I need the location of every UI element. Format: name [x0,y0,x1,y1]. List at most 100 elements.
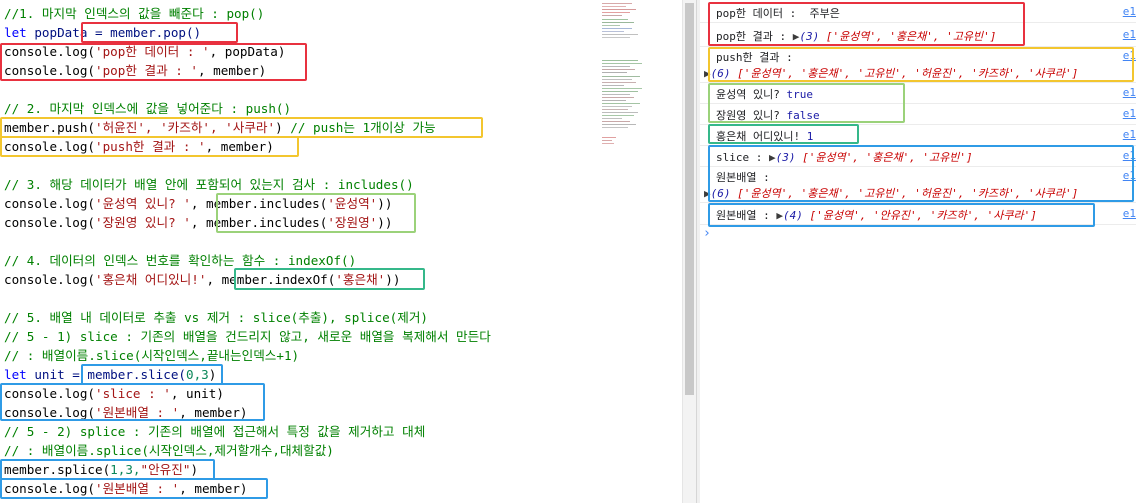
source-link[interactable]: e1 [1123,107,1136,120]
array-count: (6) [710,67,738,80]
code-line: let unit = member.slice(0,3) [4,365,216,384]
code-text: member.pop() [110,25,202,40]
minimap-line [602,15,622,16]
minimap-line [602,31,624,32]
minimap-line [602,115,634,116]
minimap-line [602,60,638,61]
minimap-line [602,19,628,20]
code-text: , popData) [209,44,286,59]
minimap-line [602,76,640,77]
array-count: (6) [710,187,738,200]
code-line: console.log('push한 결과 : ', member) [4,137,274,156]
code-line: console.log('원본배열 : ', member) [4,479,248,498]
code-line: console.log('윤성역 있니? ', member.includes(… [4,194,392,213]
minimap-line [602,63,642,64]
minimap-line [602,143,614,144]
expand-arrow-icon[interactable]: ▶ [704,67,711,80]
console-text: pop한 데이터 : 주부은 [716,7,840,20]
minimap-line [602,69,635,70]
array-count: (3) [775,151,803,164]
console-message: slice : ▶(3) ['윤성역', '홍은채', '고유빈'] e1 [700,145,1136,167]
source-link[interactable]: e1 [1123,5,1136,18]
devtools-console[interactable]: pop한 데이터 : 주부은 e1 pop한 결과 : ▶(3) ['윤성역',… [700,0,1136,503]
code-text: , member.includes( [190,215,328,230]
code-comment: // 2. 마지막 인덱스에 값을 넣어준다 : push() [4,101,292,116]
console-text: 홍은채 어디있니! 1 [716,128,813,144]
expand-arrow-icon[interactable]: ▶ [704,187,711,200]
minimap-line [602,137,616,138]
code-line: console.log('slice : ', unit) [4,384,224,403]
code-text: , member) [205,139,274,154]
console-text: push한 결과 : [716,51,793,64]
minimap-line [602,124,636,125]
code-line: console.log('홍은채 어디있니!', member.indexOf(… [4,270,400,289]
minimap-line [602,91,638,92]
minimap-line [602,118,622,119]
console-text: ▶(6) ['윤성역', '홍은채', '고유빈', '허윤진', '카즈하',… [704,65,1078,81]
source-link[interactable]: e1 [1123,207,1136,220]
expand-arrow-icon[interactable]: ▶ [769,151,776,164]
code-text: )) [385,272,401,287]
minimap-line [602,72,627,73]
console-prompt-icon[interactable]: › [703,226,711,241]
source-link[interactable]: e1 [1123,86,1136,99]
minimap-line [602,66,630,67]
console-message: pop한 데이터 : 주부은 e1 [700,0,1136,23]
console-label: 장원영 있니? [716,109,787,122]
code-line: member.push('허윤진', '카즈하', '사쿠라') // push… [4,118,436,137]
keyword: let [4,367,27,382]
minimap-line [602,127,628,128]
console-label: 원본배열 : [716,209,777,222]
string-literal: '홍은채 어디있니!' [95,272,207,287]
code-comment: // 5. 배열 내 데이터로 추출 vs 제거 : slice(추출), sp… [4,310,429,325]
minimap-line [602,22,634,23]
code-text: )) [377,196,393,211]
string-literal: '원본배열 : ' [95,405,180,420]
minimap-line [602,3,632,4]
code-comment: //1. 마지막 인덱스의 값을 빼준다 : pop() [4,6,265,21]
code-text: console.log( [4,63,95,78]
console-text: ▶(6) ['윤성역', '홍은채', '고유빈', '허윤진', '카즈하',… [704,185,1078,201]
console-message: pop한 결과 : ▶(3) ['윤성역', '홍은채', '고유빈'] e1 [700,22,1136,47]
console-label: 홍은채 어디있니! [716,130,807,143]
source-link[interactable]: e1 [1123,128,1136,141]
code-text: console.log( [4,272,95,287]
minimap-line [602,106,632,107]
array-count: (4) [782,209,810,222]
code-text: ) [190,462,199,477]
code-text: ) [208,367,217,382]
console-label: pop한 결과 : [716,30,793,43]
string-literal: '장원영' [327,215,378,230]
array-count: (3) [799,30,826,43]
code-text: console.log( [4,386,95,401]
code-editor[interactable]: //1. 마지막 인덱스의 값을 빼준다 : pop() let popData… [0,0,598,503]
array-items: ['윤성역', '안유진', '카즈하', '사쿠라'] [809,209,1037,222]
code-text: console.log( [4,44,95,59]
source-link[interactable]: e1 [1123,28,1136,41]
expand-arrow-icon[interactable]: ▶ [776,209,783,222]
minimap-line [602,37,630,38]
code-text: unit = [26,367,88,382]
editor-scrollbar[interactable] [682,0,697,503]
console-text: 원본배열 : ▶(4) ['윤성역', '안유진', '카즈하', '사쿠라'] [716,207,1037,223]
source-link[interactable]: e1 [1123,149,1136,162]
console-text: slice : ▶(3) ['윤성역', '홍은채', '고유빈'] [716,149,973,165]
source-link[interactable]: e1 [1123,169,1136,182]
code-text: )) [377,215,393,230]
minimap-line [602,103,640,104]
minimap-line [602,100,626,101]
code-line: console.log('장원영 있니? ', member.includes(… [4,213,392,232]
console-message: 윤성역 있니? true e1 [700,82,1136,104]
console-label: 윤성역 있니? [716,88,787,101]
editor-minimap[interactable] [598,0,682,503]
source-link[interactable]: e1 [1123,49,1136,62]
code-text: member.splice( [4,462,111,477]
scrollbar-thumb[interactable] [685,3,694,395]
code-text: member.slice( [87,367,186,382]
string-literal: 'slice : ' [95,386,171,401]
string-literal: "안유진" [140,462,191,477]
code-text: , member.indexOf( [206,272,336,287]
minimap-line [602,109,628,110]
code-comment: // 3. 해당 데이터가 배열 안에 포함되어 있는지 검사 : includ… [4,177,414,192]
string-literal: '원본배열 : ' [95,481,180,496]
